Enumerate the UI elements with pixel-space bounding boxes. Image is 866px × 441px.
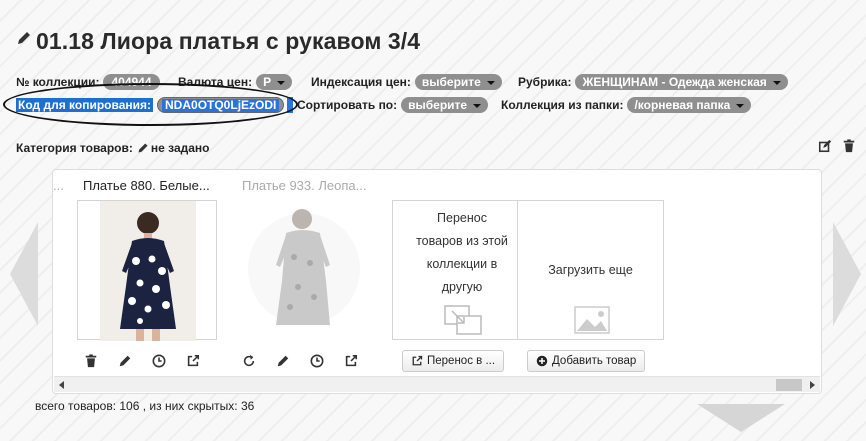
horizontal-scrollbar[interactable]	[54, 376, 820, 392]
sort-by-value: выберите	[408, 98, 468, 112]
chevron-down-icon	[473, 104, 482, 108]
edit-square-icon[interactable]	[818, 139, 832, 153]
product-caption-1[interactable]: Платье 880. Белые...	[83, 178, 210, 193]
product-caption-2[interactable]: Платье 933. Леопа...	[242, 178, 366, 193]
share-icon[interactable]	[186, 354, 200, 368]
indexation-dropdown[interactable]: выберите	[414, 74, 502, 90]
chevron-down-icon	[772, 81, 781, 85]
currency-dropdown[interactable]: Р	[256, 74, 293, 90]
scroll-left-arrow[interactable]	[59, 381, 64, 389]
field-copy-code: Код для копирования: NDA0OTQ0LjEzODI	[16, 97, 294, 113]
folder-dropdown[interactable]: /корневая папка	[627, 97, 752, 113]
products-panel: ... Платье 880. Белые... Платье 933. Лео…	[52, 169, 822, 394]
trash-icon[interactable]	[842, 139, 856, 153]
chevron-down-icon	[486, 81, 495, 85]
transfer-line-4: другую	[441, 280, 483, 294]
transfer-card[interactable]: Перенос товаров из этой коллекции в друг…	[392, 200, 532, 340]
transfer-card-text: Перенос товаров из этой коллекции в друг…	[393, 207, 531, 299]
field-currency: Валюта цен: Р	[178, 74, 293, 90]
pencil-icon[interactable]	[16, 30, 32, 46]
currency-value: Р	[263, 75, 272, 89]
category-value[interactable]: не задано	[151, 141, 210, 155]
title-row: 01.18 Лиора платья с рукавом 3/4	[16, 28, 420, 55]
copy-code-input[interactable]: NDA0OTQ0LjEzODI	[157, 97, 285, 113]
indexation-label: Индексация цен:	[311, 75, 411, 89]
rubric-dropdown[interactable]: ЖЕНЩИНАМ - Одежда женская	[575, 74, 788, 90]
transfer-line-2: товаров из этой	[416, 234, 508, 248]
transfer-line-3: коллекции в	[426, 257, 498, 271]
trash-icon[interactable]	[84, 354, 98, 368]
category-label: Категория товаров:	[16, 141, 133, 155]
next-arrow[interactable]	[833, 222, 861, 326]
add-product-button[interactable]: Добавить товар	[527, 350, 646, 372]
total-products: всего товаров: 106 , из них скрытых: 36	[35, 399, 255, 413]
down-arrow[interactable]	[697, 404, 785, 432]
load-more-card[interactable]: Загрузить еще	[517, 200, 664, 340]
clock-icon[interactable]	[310, 354, 324, 368]
chevron-down-icon	[736, 104, 745, 108]
plus-circle-icon	[536, 355, 548, 367]
transfer-line-1: Перенос	[437, 211, 487, 225]
collection-no-value: 404944	[103, 74, 160, 90]
field-sort-by: Сортировать по: выберите	[297, 97, 489, 113]
chevron-down-icon	[277, 81, 286, 85]
image-placeholder-icon	[574, 306, 610, 334]
folder-label: Коллекция из папки:	[501, 98, 624, 112]
field-collection-no: № коллекции: 404944	[16, 74, 160, 90]
field-folder: Коллекция из папки: /корневая папка	[501, 97, 752, 113]
dress-image	[100, 201, 196, 341]
dress-image	[248, 209, 360, 325]
field-indexation: Индексация цен: выберите	[311, 74, 502, 90]
clock-icon[interactable]	[152, 354, 166, 368]
prev-arrow[interactable]	[10, 222, 38, 326]
indexation-value: выберите	[421, 75, 481, 89]
scroll-right-arrow[interactable]	[810, 381, 815, 389]
pencil-icon[interactable]	[118, 354, 132, 368]
pencil-icon[interactable]	[276, 354, 290, 368]
rubric-value: ЖЕНЩИНАМ - Одежда женская	[582, 75, 767, 89]
sort-by-dropdown[interactable]: выберите	[401, 97, 489, 113]
share-icon	[412, 355, 423, 366]
copy-code-label: Код для копирования:	[16, 98, 154, 112]
share-icon[interactable]	[344, 354, 358, 368]
add-product-button-label: Добавить товар	[552, 355, 637, 367]
product-1-actions	[84, 354, 220, 368]
sort-by-label: Сортировать по:	[297, 98, 398, 112]
product-image-2[interactable]	[233, 200, 373, 340]
page-title: 01.18 Лиора платья с рукавом 3/4	[36, 28, 421, 54]
caption-ellipsis: ...	[53, 178, 64, 193]
copy-code-value: NDA0OTQ0LjEzODI	[162, 98, 280, 112]
collection-actions	[818, 139, 856, 153]
collection-no-label: № коллекции:	[16, 75, 100, 89]
folder-value: /корневая папка	[634, 98, 731, 112]
load-more-text: Загрузить еще	[548, 263, 633, 277]
transfer-button[interactable]: Перенос в ...	[402, 350, 505, 372]
refresh-icon[interactable]	[242, 354, 256, 368]
text-cursor	[287, 97, 294, 113]
scroll-thumb[interactable]	[776, 379, 802, 391]
transfer-icon	[444, 305, 482, 335]
transfer-button-label: Перенос в ...	[427, 355, 496, 367]
product-image-1[interactable]	[77, 200, 217, 341]
pencil-icon[interactable]	[137, 142, 149, 154]
currency-label: Валюта цен:	[178, 75, 253, 89]
category-row: Категория товаров: не задано	[16, 141, 210, 155]
product-2-actions	[242, 354, 378, 368]
rubric-label: Рубрика:	[518, 75, 572, 89]
field-rubric: Рубрика: ЖЕНЩИНАМ - Одежда женская	[518, 74, 788, 90]
